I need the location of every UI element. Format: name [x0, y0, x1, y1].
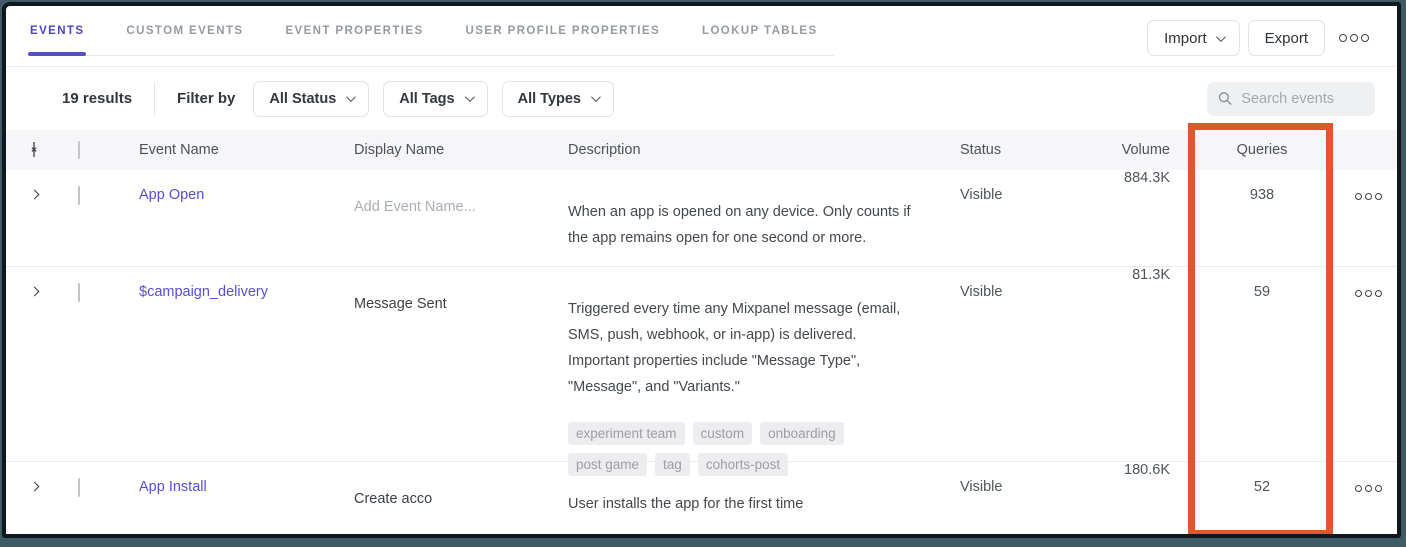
dot-icon — [1339, 34, 1347, 42]
row-checkbox[interactable] — [78, 186, 80, 205]
row-checkbox[interactable] — [78, 478, 80, 497]
dot-icon — [1365, 193, 1372, 200]
event-name-link[interactable]: $campaign_delivery — [128, 267, 343, 476]
types-filter-dropdown[interactable]: All Types — [501, 80, 614, 117]
select-all-checkbox[interactable] — [78, 141, 80, 159]
filter-bar: 19 results Filter by All Status All Tags… — [6, 67, 1397, 130]
import-button[interactable]: Import — [1147, 20, 1240, 56]
display-name-field[interactable]: Message Sent — [343, 267, 557, 476]
search-box[interactable] — [1207, 81, 1375, 116]
export-button-label: Export — [1264, 29, 1308, 47]
column-header-event-name[interactable]: Event Name — [128, 142, 343, 158]
volume-value: 884.3K — [1124, 170, 1170, 186]
chevron-down-icon — [590, 92, 601, 103]
dot-icon — [1375, 193, 1382, 200]
column-header-volume[interactable]: Volume — [1069, 142, 1181, 158]
row-actions-button[interactable] — [1349, 479, 1397, 498]
column-header-display-name[interactable]: Display Name — [343, 142, 557, 158]
filter-by-label: Filter by — [177, 90, 236, 107]
types-filter-label: All Types — [517, 90, 581, 107]
tags-filter-label: All Tags — [399, 90, 455, 107]
overflow-menu-button[interactable] — [1333, 28, 1375, 48]
event-name-link[interactable]: App Install — [128, 462, 343, 534]
tags-filter-dropdown[interactable]: All Tags — [383, 80, 488, 117]
description-cell: Triggered every time any Mixpanel messag… — [557, 267, 943, 476]
dot-icon — [1375, 485, 1382, 492]
table-row: App Install Create acco User installs th… — [6, 462, 1397, 534]
dot-icon — [1365, 485, 1372, 492]
column-header-queries[interactable]: Queries — [1181, 142, 1333, 158]
tab-custom-events[interactable]: CUSTOM EVENTS — [126, 6, 243, 55]
lexicon-panel: EVENTS CUSTOM EVENTS EVENT PROPERTIES US… — [2, 2, 1401, 538]
results-count: 19 results — [62, 90, 133, 107]
chevron-down-icon — [464, 92, 475, 103]
column-header-status[interactable]: Status — [943, 142, 1069, 158]
display-name-field[interactable]: Add Event Name... — [343, 170, 557, 266]
row-actions-button[interactable] — [1349, 187, 1397, 206]
dot-icon — [1375, 290, 1382, 297]
search-input[interactable] — [1241, 90, 1364, 107]
tag-chip[interactable]: custom — [692, 422, 753, 445]
toolbar-actions: Import Export — [1147, 20, 1375, 56]
queries-value: 52 — [1253, 479, 1271, 495]
collapse-all-icon[interactable]: ↓ ↑ — [6, 141, 62, 159]
divider — [154, 81, 156, 116]
dot-icon — [1355, 290, 1362, 297]
tag-chip[interactable]: onboarding — [760, 422, 844, 445]
dot-icon — [1350, 34, 1358, 42]
status-value: Visible — [960, 284, 1003, 300]
dot-icon — [1365, 290, 1372, 297]
chevron-down-icon — [346, 92, 357, 103]
expand-row-button[interactable] — [6, 462, 62, 534]
status-filter-dropdown[interactable]: All Status — [253, 80, 370, 117]
event-name-link[interactable]: App Open — [128, 170, 343, 266]
event-description[interactable]: Triggered every time any Mixpanel messag… — [557, 296, 943, 400]
queries-value: 938 — [1249, 187, 1275, 203]
event-description[interactable]: When an app is opened on any device. Onl… — [557, 170, 943, 266]
tab-event-properties[interactable]: EVENT PROPERTIES — [285, 6, 423, 55]
table-row: App Open Add Event Name... When an app i… — [6, 170, 1397, 267]
tag-chip[interactable]: experiment team — [568, 422, 685, 445]
expand-row-button[interactable] — [6, 267, 62, 476]
table-header: ↓ ↑ Event Name Display Name Description S… — [6, 130, 1397, 170]
column-header-description[interactable]: Description — [557, 142, 943, 158]
status-filter-label: All Status — [269, 90, 337, 107]
row-checkbox[interactable] — [78, 283, 80, 302]
table-row: $campaign_delivery Message Sent Triggere… — [6, 267, 1397, 476]
import-button-label: Import — [1164, 29, 1207, 47]
tab-user-profile-properties[interactable]: USER PROFILE PROPERTIES — [466, 6, 661, 55]
tab-events[interactable]: EVENTS — [27, 6, 87, 56]
table-body: App Open Add Event Name... When an app i… — [6, 170, 1397, 534]
tab-lookup-tables[interactable]: LOOKUP TABLES — [702, 6, 818, 55]
dot-icon — [1361, 34, 1369, 42]
expand-row-button[interactable] — [6, 170, 62, 266]
export-button[interactable]: Export — [1247, 20, 1325, 56]
top-bar: EVENTS CUSTOM EVENTS EVENT PROPERTIES US… — [6, 6, 1397, 67]
dot-icon — [1355, 485, 1362, 492]
volume-value: 81.3K — [1132, 267, 1170, 283]
queries-value: 59 — [1253, 284, 1271, 300]
display-name-field[interactable]: Create acco — [343, 462, 557, 534]
tab-bar: EVENTS CUSTOM EVENTS EVENT PROPERTIES US… — [27, 6, 834, 56]
search-icon — [1218, 92, 1232, 105]
dot-icon — [1355, 193, 1362, 200]
volume-value: 180.6K — [1124, 462, 1170, 478]
event-description[interactable]: User installs the app for the first time — [557, 462, 943, 534]
row-actions-button[interactable] — [1349, 284, 1397, 303]
status-value: Visible — [960, 187, 1003, 203]
chevron-down-icon — [1215, 31, 1226, 42]
status-value: Visible — [960, 479, 1003, 495]
